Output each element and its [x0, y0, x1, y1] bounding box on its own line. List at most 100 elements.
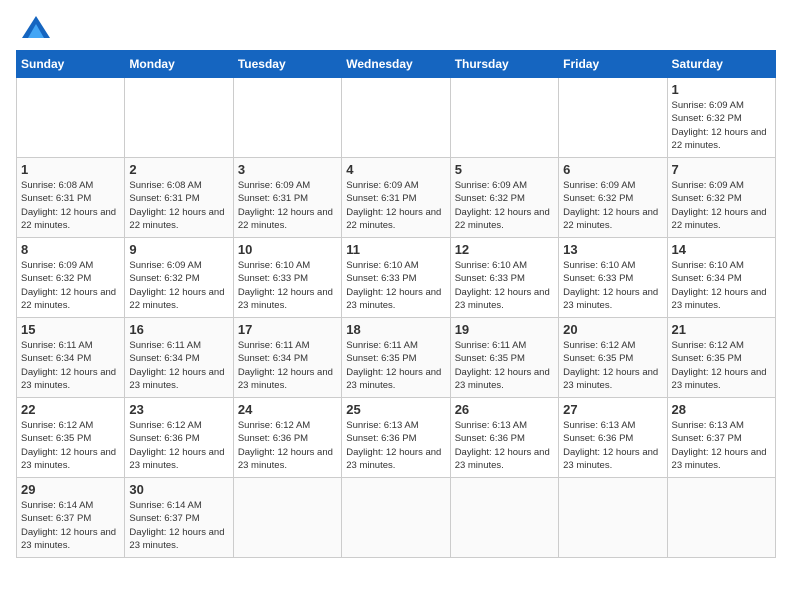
calendar-week-row: 22 Sunrise: 6:12 AMSunset: 6:35 PMDayligh… — [17, 398, 776, 478]
day-number: 21 — [672, 322, 771, 337]
day-number: 2 — [129, 162, 228, 177]
calendar-week-row: 15 Sunrise: 6:11 AMSunset: 6:34 PMDayligh… — [17, 318, 776, 398]
calendar-cell: 1Sunrise: 6:09 AMSunset: 6:32 PMDaylight… — [667, 78, 775, 158]
day-number: 15 — [21, 322, 120, 337]
calendar-cell — [233, 478, 341, 558]
cell-info: Sunrise: 6:10 AMSunset: 6:33 PMDaylight:… — [238, 259, 337, 312]
calendar-cell: 23 Sunrise: 6:12 AMSunset: 6:36 PMDayligh… — [125, 398, 233, 478]
cell-info: Sunrise: 6:10 AMSunset: 6:33 PMDaylight:… — [346, 259, 445, 312]
cell-info: Sunrise: 6:12 AMSunset: 6:35 PMDaylight:… — [21, 419, 120, 472]
cell-info: Sunrise: 6:09 AMSunset: 6:32 PMDaylight:… — [563, 179, 662, 232]
calendar-cell: 27 Sunrise: 6:13 AMSunset: 6:36 PMDayligh… — [559, 398, 667, 478]
day-number: 30 — [129, 482, 228, 497]
calendar-cell: 6 Sunrise: 6:09 AMSunset: 6:32 PMDaylight… — [559, 158, 667, 238]
day-number: 25 — [346, 402, 445, 417]
day-of-week-header: Wednesday — [342, 51, 450, 78]
cell-info: Sunrise: 6:11 AMSunset: 6:34 PMDaylight:… — [129, 339, 228, 392]
cell-info: Sunrise: 6:09 AMSunset: 6:32 PMDaylight:… — [672, 99, 771, 152]
cell-info: Sunrise: 6:09 AMSunset: 6:32 PMDaylight:… — [21, 259, 120, 312]
calendar-header-row: SundayMondayTuesdayWednesdayThursdayFrid… — [17, 51, 776, 78]
day-number: 8 — [21, 242, 120, 257]
cell-info: Sunrise: 6:09 AMSunset: 6:32 PMDaylight:… — [455, 179, 554, 232]
calendar-cell: 22 Sunrise: 6:12 AMSunset: 6:35 PMDayligh… — [17, 398, 125, 478]
calendar-week-row: 1Sunrise: 6:08 AMSunset: 6:31 PMDaylight… — [17, 158, 776, 238]
cell-info: Sunrise: 6:12 AMSunset: 6:36 PMDaylight:… — [238, 419, 337, 472]
day-number: 3 — [238, 162, 337, 177]
day-number: 6 — [563, 162, 662, 177]
cell-info: Sunrise: 6:09 AMSunset: 6:32 PMDaylight:… — [672, 179, 771, 232]
calendar-cell: 17 Sunrise: 6:11 AMSunset: 6:34 PMDayligh… — [233, 318, 341, 398]
cell-info: Sunrise: 6:12 AMSunset: 6:35 PMDaylight:… — [672, 339, 771, 392]
calendar-table: SundayMondayTuesdayWednesdayThursdayFrid… — [16, 50, 776, 558]
day-number: 12 — [455, 242, 554, 257]
cell-info: Sunrise: 6:10 AMSunset: 6:33 PMDaylight:… — [455, 259, 554, 312]
calendar-cell — [125, 78, 233, 158]
calendar-cell: 2 Sunrise: 6:08 AMSunset: 6:31 PMDaylight… — [125, 158, 233, 238]
cell-info: Sunrise: 6:13 AMSunset: 6:37 PMDaylight:… — [672, 419, 771, 472]
day-number: 11 — [346, 242, 445, 257]
day-number: 22 — [21, 402, 120, 417]
calendar-cell: 12 Sunrise: 6:10 AMSunset: 6:33 PMDayligh… — [450, 238, 558, 318]
day-number: 4 — [346, 162, 445, 177]
day-number: 10 — [238, 242, 337, 257]
cell-info: Sunrise: 6:11 AMSunset: 6:34 PMDaylight:… — [238, 339, 337, 392]
cell-info: Sunrise: 6:10 AMSunset: 6:33 PMDaylight:… — [563, 259, 662, 312]
day-number: 14 — [672, 242, 771, 257]
day-of-week-header: Saturday — [667, 51, 775, 78]
day-of-week-header: Thursday — [450, 51, 558, 78]
calendar-cell: 26 Sunrise: 6:13 AMSunset: 6:36 PMDayligh… — [450, 398, 558, 478]
cell-info: Sunrise: 6:09 AMSunset: 6:32 PMDaylight:… — [129, 259, 228, 312]
calendar-cell: 8 Sunrise: 6:09 AMSunset: 6:32 PMDaylight… — [17, 238, 125, 318]
calendar-cell: 21 Sunrise: 6:12 AMSunset: 6:35 PMDayligh… — [667, 318, 775, 398]
calendar-cell — [342, 78, 450, 158]
calendar-cell: 14 Sunrise: 6:10 AMSunset: 6:34 PMDayligh… — [667, 238, 775, 318]
calendar-cell: 29Sunrise: 6:14 AMSunset: 6:37 PMDayligh… — [17, 478, 125, 558]
header — [16, 16, 776, 38]
cell-info: Sunrise: 6:13 AMSunset: 6:36 PMDaylight:… — [455, 419, 554, 472]
calendar-cell: 28 Sunrise: 6:13 AMSunset: 6:37 PMDayligh… — [667, 398, 775, 478]
cell-info: Sunrise: 6:12 AMSunset: 6:36 PMDaylight:… — [129, 419, 228, 472]
calendar-cell: 1Sunrise: 6:08 AMSunset: 6:31 PMDaylight… — [17, 158, 125, 238]
calendar-cell — [233, 78, 341, 158]
day-number: 29 — [21, 482, 120, 497]
calendar-cell — [17, 78, 125, 158]
day-number: 17 — [238, 322, 337, 337]
cell-info: Sunrise: 6:12 AMSunset: 6:35 PMDaylight:… — [563, 339, 662, 392]
cell-info: Sunrise: 6:13 AMSunset: 6:36 PMDaylight:… — [563, 419, 662, 472]
calendar-cell — [342, 478, 450, 558]
calendar-cell: 10 Sunrise: 6:10 AMSunset: 6:33 PMDayligh… — [233, 238, 341, 318]
calendar-cell: 15Sunrise: 6:11 AMSunset: 6:34 PMDayligh… — [17, 318, 125, 398]
cell-info: Sunrise: 6:08 AMSunset: 6:31 PMDaylight:… — [21, 179, 120, 232]
logo — [16, 16, 58, 38]
day-number: 24 — [238, 402, 337, 417]
cell-info: Sunrise: 6:10 AMSunset: 6:34 PMDaylight:… — [672, 259, 771, 312]
calendar-cell: 30Sunrise: 6:14 AMSunset: 6:37 PMDayligh… — [125, 478, 233, 558]
day-of-week-header: Sunday — [17, 51, 125, 78]
cell-info: Sunrise: 6:11 AMSunset: 6:35 PMDaylight:… — [346, 339, 445, 392]
day-of-week-header: Tuesday — [233, 51, 341, 78]
calendar-cell — [667, 478, 775, 558]
cell-info: Sunrise: 6:08 AMSunset: 6:31 PMDaylight:… — [129, 179, 228, 232]
calendar-cell: 13 Sunrise: 6:10 AMSunset: 6:33 PMDayligh… — [559, 238, 667, 318]
calendar-cell — [559, 478, 667, 558]
day-number: 13 — [563, 242, 662, 257]
day-number: 28 — [672, 402, 771, 417]
calendar-cell: 3 Sunrise: 6:09 AMSunset: 6:31 PMDaylight… — [233, 158, 341, 238]
calendar-cell: 16 Sunrise: 6:11 AMSunset: 6:34 PMDayligh… — [125, 318, 233, 398]
cell-info: Sunrise: 6:09 AMSunset: 6:31 PMDaylight:… — [238, 179, 337, 232]
calendar-week-row: 8 Sunrise: 6:09 AMSunset: 6:32 PMDaylight… — [17, 238, 776, 318]
calendar-cell: 11 Sunrise: 6:10 AMSunset: 6:33 PMDayligh… — [342, 238, 450, 318]
day-number: 23 — [129, 402, 228, 417]
calendar-cell: 7 Sunrise: 6:09 AMSunset: 6:32 PMDaylight… — [667, 158, 775, 238]
calendar-cell — [559, 78, 667, 158]
calendar-cell: 18Sunrise: 6:11 AMSunset: 6:35 PMDayligh… — [342, 318, 450, 398]
calendar-cell: 4 Sunrise: 6:09 AMSunset: 6:31 PMDaylight… — [342, 158, 450, 238]
cell-info: Sunrise: 6:11 AMSunset: 6:35 PMDaylight:… — [455, 339, 554, 392]
day-number: 5 — [455, 162, 554, 177]
cell-info: Sunrise: 6:09 AMSunset: 6:31 PMDaylight:… — [346, 179, 445, 232]
day-number: 16 — [129, 322, 228, 337]
day-number: 20 — [563, 322, 662, 337]
day-number: 27 — [563, 402, 662, 417]
day-number: 7 — [672, 162, 771, 177]
day-number: 26 — [455, 402, 554, 417]
